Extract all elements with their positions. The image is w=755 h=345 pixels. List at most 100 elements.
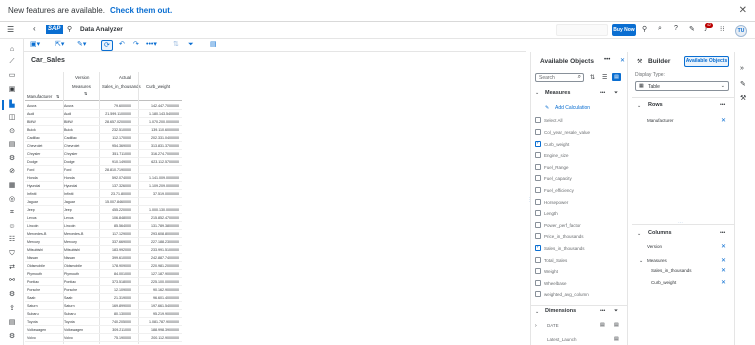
table-row[interactable]: Lincoln Lincoln 85.564000 131.789.3800000 (25, 224, 182, 230)
refresh-button[interactable]: ⟳ (101, 40, 113, 51)
list-view-icon[interactable]: ☰ (602, 74, 607, 81)
help-icon[interactable]: ? (674, 25, 678, 32)
connections-icon[interactable]: ⚯ (7, 277, 17, 285)
calendar-icon[interactable]: ▦ (7, 182, 17, 190)
undo-icon[interactable]: ↶ (119, 41, 125, 49)
roles-icon[interactable]: ☷ (7, 236, 17, 244)
collapse-icon[interactable]: ⌄ (639, 258, 643, 264)
transport-icon[interactable]: ⇄ (7, 264, 17, 272)
table-row[interactable]: Pontiac Pontiac 373.518000 225.100.0000000 (25, 280, 182, 286)
remove-icon[interactable]: ✕ (721, 267, 726, 274)
data-analyzer-nav-icon[interactable]: ▙ (7, 101, 17, 109)
table-row[interactable]: Jaguar Jaguar 15.007.8460000 (25, 200, 182, 206)
table-row[interactable]: Mercedes-B Mercedes-B 117.129000 293.608.80… (25, 232, 182, 238)
more-icon[interactable]: •••▾ (146, 41, 157, 49)
table-row[interactable]: Plymouth Plymouth 84.001000 127.187.9000000 (25, 272, 182, 278)
redo-icon[interactable]: ↷ (133, 41, 139, 49)
table-row[interactable]: Buick Buick 232.510000 139.110.6000000 (25, 128, 182, 134)
measure-checkbox[interactable] (535, 152, 541, 159)
measure-checkbox[interactable] (535, 175, 541, 182)
applications-icon[interactable]: ⚙ (7, 155, 17, 163)
remove-icon[interactable]: ✕ (721, 279, 726, 286)
sort-icon[interactable]: ⇅ (56, 94, 59, 99)
measure-checkbox[interactable] (535, 291, 541, 298)
table-row[interactable]: Oldsmobile Oldsmobile 178.909000 220.981.20… (25, 264, 182, 270)
table-row[interactable]: Hyundai Hyundai 137.326000 1.109.209.000000… (25, 184, 182, 190)
banner-link[interactable]: Check them out. (110, 6, 172, 15)
table-row[interactable]: Chrysler Chrysler 351.711000 316.274.700000… (25, 152, 182, 158)
table-row[interactable]: Volvo Volvo 75.190000 200.112.9000000 (25, 336, 182, 342)
table-row[interactable]: Subaru Subaru 80.130000 95.219.9000000 (25, 312, 182, 318)
avatar[interactable]: TU (735, 25, 747, 37)
stories-icon[interactable]: ▭ (7, 72, 17, 80)
splitter-handle-icon[interactable]: ⋮ (527, 197, 532, 203)
table-row[interactable]: Lexus Lexus 106.848000 215.852.4700000 (25, 216, 182, 222)
grid-icon[interactable]: ⁝⁝ (720, 25, 724, 33)
system-icon[interactable]: ⚙ (7, 291, 17, 299)
table-row[interactable]: Honda Honda 592.074000 1.141.009.0000000 (25, 176, 182, 182)
table-row[interactable]: Toyota Toyota 740.205000 1.081.787.9000000 (25, 320, 182, 326)
table-row[interactable]: Volkswagen Volkswagen 309.211000 188.998.39… (25, 328, 182, 334)
measure-checkbox[interactable] (535, 221, 541, 228)
splitter-handle-icon[interactable]: ⋯ (678, 220, 683, 226)
more-icon[interactable]: ••• (604, 57, 610, 63)
catalog-icon[interactable]: ▤ (7, 319, 17, 327)
collapse-icon[interactable]: ⌄ (637, 231, 641, 237)
table-row[interactable]: Saturn Saturn 169.899000 197.661.5400000 (25, 304, 182, 310)
measure-checkbox[interactable] (535, 187, 541, 193)
filter-icon[interactable]: ▤ (614, 336, 619, 342)
sort-icon[interactable]: ⇅ (84, 91, 87, 96)
save-icon[interactable]: ▣▾ (30, 41, 40, 49)
filter-icon[interactable]: ⏷ (614, 308, 618, 314)
more-icon[interactable]: ••• (600, 90, 605, 96)
analytics-icon[interactable]: ◎ (7, 196, 17, 204)
rows-item[interactable]: Manufacturer (647, 118, 674, 123)
measure-checkbox[interactable] (535, 140, 541, 147)
buy-now-button[interactable]: Buy Now (612, 24, 636, 36)
digital-boardroom-icon[interactable]: ⊙ (7, 128, 17, 136)
measure-checkbox[interactable] (535, 233, 541, 240)
double-chevron-right-icon[interactable]: » (740, 65, 744, 72)
measure-checkbox[interactable] (535, 279, 541, 286)
collapse-icon[interactable]: ⌄ (637, 103, 641, 109)
table-row[interactable]: Mercury Mercury 337.669000 227.188.2300000 (25, 240, 182, 246)
planning-icon[interactable]: ⌗ (7, 209, 17, 217)
measure-checkbox[interactable] (535, 244, 541, 251)
remove-icon[interactable]: ✕ (721, 257, 726, 264)
more-icon[interactable]: ••• (720, 230, 725, 236)
manufacturer-header[interactable]: Manufacturer (27, 94, 52, 99)
home-icon[interactable]: ⌂ (7, 46, 17, 54)
security-icon[interactable]: ⛉ (7, 250, 17, 258)
designer-icon[interactable]: ✎ (740, 80, 746, 88)
assistant-icon[interactable]: ✎ (689, 25, 695, 33)
explorer-icon[interactable]: ⊘ (7, 168, 17, 176)
swap-axes-icon[interactable]: ⇅ (173, 41, 179, 49)
display-type-select[interactable]: ▦ Table ⌄ (635, 81, 729, 91)
table-row[interactable]: Mitsubishi Mitsubishi 183.992000 233.991.51… (25, 248, 182, 254)
grid-view-icon[interactable]: ▤ (612, 73, 621, 81)
measure-checkbox[interactable] (535, 198, 541, 205)
columns-measures-item[interactable]: Measures (647, 258, 667, 263)
folder-icon[interactable]: ▣ (7, 86, 17, 94)
dimension-item[interactable]: DATE (547, 323, 559, 328)
search-icon[interactable]: ⌕ (658, 25, 662, 33)
table-row[interactable]: BMW BMW 28.657.0200000 1.070.200.0000000 (25, 120, 182, 126)
measure-checkbox[interactable] (535, 163, 541, 170)
measure-checkbox[interactable] (535, 256, 541, 263)
expand-icon[interactable]: › (535, 323, 537, 329)
table-row[interactable]: Saab Saab 21.319000 96.601.4000000 (25, 296, 182, 302)
columns-measure-item[interactable]: Curb_weight (651, 280, 676, 285)
filter-icon[interactable]: ⏷ (614, 90, 618, 96)
table-row[interactable]: Jeep Jeep 455.220000 1.000.130.0000000 (25, 208, 182, 214)
menu-icon[interactable]: ☰ (7, 25, 14, 34)
available-objects-tab[interactable]: Available Objects (684, 56, 729, 67)
filter-icon[interactable]: ⏷ (188, 41, 194, 49)
table-row[interactable]: Infiniti Infiniti 23.71.80000 37.519.000000… (25, 192, 182, 198)
remove-icon[interactable]: ✕ (721, 243, 726, 250)
measure-checkbox[interactable] (535, 268, 541, 275)
layout-icon[interactable]: ▤ (210, 41, 217, 49)
add-calculation-link[interactable]: Add Calculation (555, 105, 590, 111)
close-icon[interactable]: ✕ (620, 57, 625, 64)
users-icon[interactable]: ☺ (7, 223, 17, 231)
sort-icon[interactable]: ⇅ (590, 74, 595, 81)
